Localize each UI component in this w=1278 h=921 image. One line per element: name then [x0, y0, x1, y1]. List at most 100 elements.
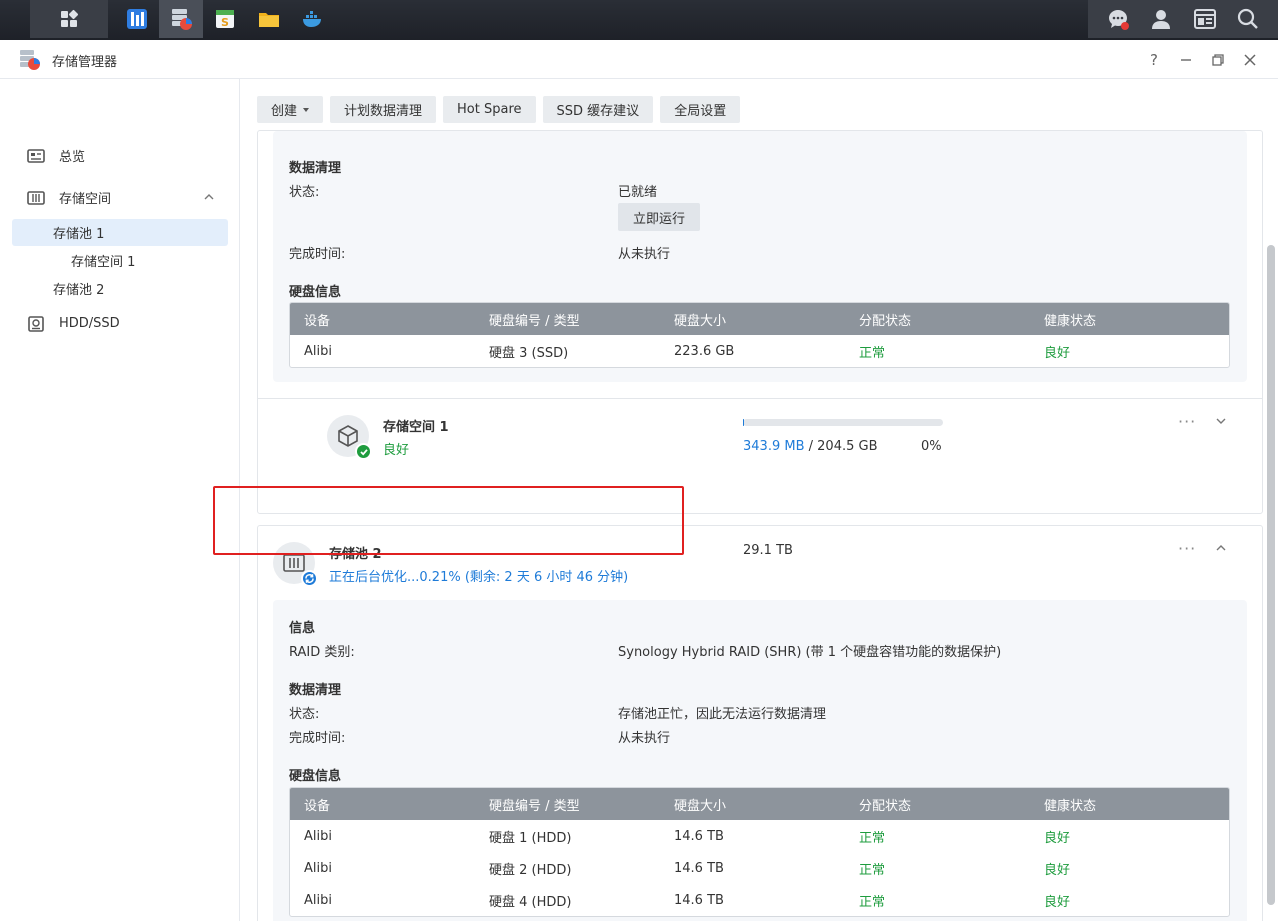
sidebar-item-label: 存储池 1: [53, 227, 105, 242]
taskbar-file-station[interactable]: [247, 0, 291, 38]
table-row[interactable]: Alibi 硬盘 2 (HDD) 14.6 TB 正常 良好: [290, 852, 1229, 884]
raid-type-value: Synology Hybrid RAID (SHR) (带 1 个硬盘容错功能的…: [618, 645, 1002, 660]
pool-status: 正在后台优化...0.21% (剩余: 2 天 6 小时 46 分钟): [329, 570, 629, 585]
chevron-up-icon[interactable]: [1214, 541, 1228, 555]
section-title: 数据清理: [289, 161, 342, 176]
control-panel-icon: [127, 9, 147, 29]
storage-manager-icon: [172, 9, 192, 30]
taskbar-package-center[interactable]: S: [203, 0, 247, 38]
table-row[interactable]: Alibi 硬盘 1 (HDD) 14.6 TB 正常 良好: [290, 820, 1229, 852]
volume-usage-bar: [743, 419, 943, 426]
finish-time-value: 从未执行: [618, 731, 671, 746]
docker-icon: [303, 11, 321, 27]
pool-1-details: 数据清理 状态: 已就绪 立即运行 完成时间: 从未执行 硬盘信息 设备 硬盘编…: [273, 131, 1247, 382]
divider: [258, 398, 1262, 399]
run-now-button[interactable]: 立即运行: [618, 203, 700, 231]
search-button[interactable]: [1235, 6, 1261, 32]
section-title: 硬盘信息: [289, 769, 342, 784]
sidebar-item-hdd-ssd[interactable]: HDD/SSD: [12, 310, 228, 337]
taskbar-control-panel[interactable]: [115, 0, 159, 38]
volume-icon: [327, 415, 372, 460]
sidebar-item-label: 存储空间 1: [71, 255, 136, 270]
section-title: 信息: [289, 621, 316, 636]
user-icon: [1152, 10, 1171, 29]
volume-status: 良好: [383, 443, 410, 458]
sidebar-item-label: 存储池 2: [53, 283, 105, 298]
sidebar: 总览 存储空间 存储池 1 存储空间 1 存储池 2 HDD/SSD: [0, 79, 240, 921]
close-icon: [1244, 54, 1256, 66]
finish-time-value: 从未执行: [618, 247, 671, 262]
volume-used: 343.9 MB: [743, 439, 805, 454]
schedule-scrub-button[interactable]: 计划数据清理: [330, 96, 437, 123]
chevron-up-icon[interactable]: [202, 190, 216, 204]
scrub-status-value: 存储池正忙，因此无法运行数据清理: [618, 707, 827, 722]
hot-spare-button[interactable]: Hot Spare: [443, 96, 536, 123]
chevron-down-icon[interactable]: [1214, 414, 1228, 428]
search-icon: [1238, 8, 1259, 29]
folder-icon: [259, 13, 279, 27]
taskbar: S: [0, 0, 1278, 40]
section-title: 硬盘信息: [289, 285, 342, 300]
dashboard-icon: [1193, 9, 1216, 29]
scrollbar[interactable]: [1267, 245, 1275, 905]
field-label: 状态:: [289, 707, 320, 722]
chat-notification-icon: [1108, 10, 1129, 30]
taskbar-storage-manager[interactable]: [159, 0, 203, 38]
disk-icon: [26, 315, 46, 332]
volume-usage-fill: [743, 419, 744, 426]
volume-usage-percent: 0%: [921, 439, 942, 454]
global-settings-button[interactable]: 全局设置: [660, 96, 741, 123]
sidebar-item-label: HDD/SSD: [59, 316, 120, 331]
table-row[interactable]: Alibi 硬盘 3 (SSD) 223.6 GB 正常 良好: [290, 335, 1229, 367]
volume-name[interactable]: 存储空间 1: [383, 416, 449, 435]
minimize-button[interactable]: [1176, 50, 1196, 70]
notification-button[interactable]: [1105, 6, 1131, 32]
close-button[interactable]: [1240, 50, 1260, 70]
restore-icon: [1212, 54, 1224, 66]
widgets-button[interactable]: [1192, 6, 1218, 32]
field-label: 状态:: [289, 185, 320, 200]
sidebar-item-label: 存储空间: [59, 192, 112, 207]
window-title: 存储管理器: [52, 55, 118, 70]
table-row[interactable]: Alibi 硬盘 4 (HDD) 14.6 TB 正常 良好: [290, 884, 1229, 916]
sidebar-item-pool-1[interactable]: 存储池 1: [12, 219, 228, 246]
ssd-cache-advisor-button[interactable]: SSD 缓存建议: [542, 96, 654, 123]
volume-usage-text: 343.9 MB / 204.5 GB: [743, 439, 878, 454]
restore-button[interactable]: [1208, 50, 1228, 70]
storage-manager-logo-icon: [20, 50, 40, 70]
help-button[interactable]: ?: [1144, 50, 1164, 70]
title-bar: 存储管理器 ?: [0, 40, 1278, 79]
svg-text:S: S: [221, 16, 229, 29]
more-options-icon[interactable]: ···: [1178, 412, 1196, 431]
pool-size: 29.1 TB: [743, 543, 793, 558]
field-label: RAID 类别:: [289, 645, 355, 660]
main-menu-button[interactable]: [30, 0, 108, 38]
pool-2-panel: 存储池 2 正在后台优化...0.21% (剩余: 2 天 6 小时 46 分钟…: [257, 525, 1263, 921]
toolbar: 创建 计划数据清理 Hot Spare SSD 缓存建议 全局设置: [257, 96, 741, 123]
sidebar-item-volume-1[interactable]: 存储空间 1: [12, 247, 228, 274]
sidebar-item-label: 总览: [59, 150, 86, 165]
usage-separator: /: [808, 439, 814, 454]
table-header: 设备 硬盘编号 / 类型 硬盘大小 分配状态 健康状态: [290, 303, 1229, 335]
grid-icon: [61, 9, 79, 27]
sidebar-item-pool-2[interactable]: 存储池 2: [12, 275, 228, 302]
more-options-icon[interactable]: ···: [1178, 539, 1196, 558]
volume-total: 204.5 GB: [817, 439, 878, 454]
taskbar-docker[interactable]: [291, 0, 335, 38]
highlight-box: [213, 486, 684, 555]
sidebar-item-storage[interactable]: 存储空间: [12, 184, 228, 211]
package-center-icon: S: [216, 10, 234, 29]
sidebar-item-overview[interactable]: 总览: [12, 142, 228, 169]
pool-1-disk-table: 设备 硬盘编号 / 类型 硬盘大小 分配状态 健康状态 Alibi 硬盘 3 (…: [289, 302, 1230, 368]
field-label: 完成时间:: [289, 731, 346, 746]
field-label: 完成时间:: [289, 247, 346, 262]
help-icon: ?: [1150, 51, 1158, 69]
cube-icon: [338, 425, 358, 447]
check-icon: [355, 443, 372, 460]
sync-icon: [301, 570, 318, 587]
user-button[interactable]: [1148, 6, 1174, 32]
create-button[interactable]: 创建: [257, 96, 324, 123]
storage-manager-window: 存储管理器 ? 总览 存储空间 存储池 1 存储空间 1 存储池 2 HDD/S…: [0, 40, 1278, 921]
pool-2-disk-table: 设备 硬盘编号 / 类型 硬盘大小 分配状态 健康状态 Alibi 硬盘 1 (…: [289, 787, 1230, 917]
table-header: 设备 硬盘编号 / 类型 硬盘大小 分配状态 健康状态: [290, 788, 1229, 820]
